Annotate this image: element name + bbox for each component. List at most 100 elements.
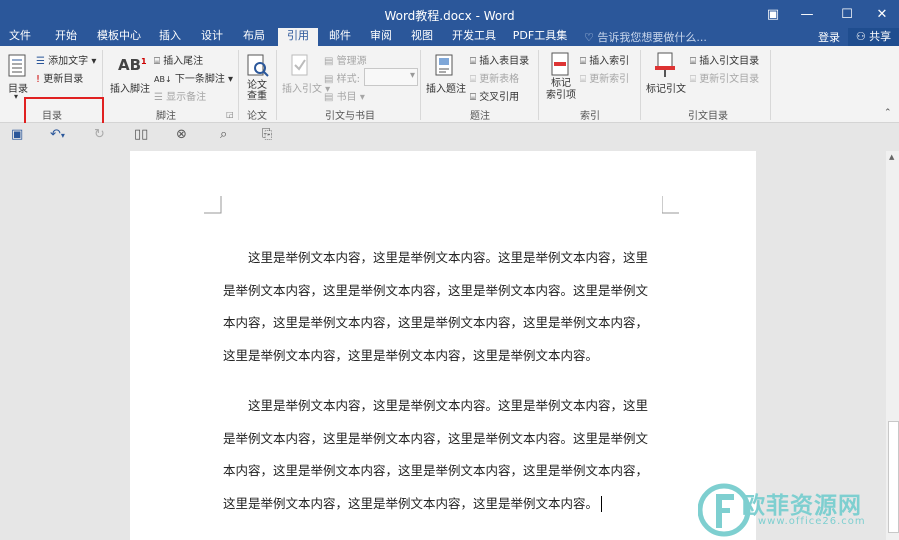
divider <box>276 50 277 120</box>
undo-icon[interactable]: ↶▾ <box>50 127 65 142</box>
cross-reference-button[interactable]: ⌸ 交叉引用 <box>470 88 519 103</box>
title-bar: Word教程.docx - Word ▣ — ☐ ✕ <box>0 0 899 28</box>
group-label-citations: 引文与书目 <box>325 111 375 122</box>
group-label-research: 论文 <box>247 111 267 122</box>
insert-index-button[interactable]: ⌸ 插入索引 <box>580 52 629 67</box>
update-index-button[interactable]: ⌸ 更新索引 <box>580 70 629 85</box>
insert-citation-icon[interactable] <box>290 54 312 78</box>
tab-home[interactable]: 开始 <box>48 28 84 46</box>
minimize-icon[interactable]: — <box>790 0 824 28</box>
divider <box>238 50 239 120</box>
citation-style-select[interactable]: ▾ <box>364 68 418 86</box>
watermark-url: www.office26.com <box>758 516 866 527</box>
cross-reference-icon: ⌸ <box>470 92 476 103</box>
mark-entry-button[interactable]: 标记 索引项 <box>546 78 576 102</box>
insert-toa-button[interactable]: ⌸ 插入引文目录 <box>690 52 759 67</box>
dialog-launcher-icon[interactable]: ◲ <box>226 110 234 119</box>
text-line: 是举例文本内容，这里是举例文本内容，这里是举例文本内容。这里是举例文 <box>223 430 649 446</box>
watermark-brand: 欧菲资源网 <box>742 493 862 519</box>
footnote-icon[interactable]: AB1 <box>118 56 147 74</box>
endnote-icon: ⌸ <box>154 56 160 67</box>
tab-mailings[interactable]: 邮件 <box>322 28 358 46</box>
margin-corner-top-right <box>662 196 679 214</box>
redo-icon[interactable]: ↻ <box>94 127 105 142</box>
bibliography-icon: ▤ <box>324 92 334 103</box>
tab-file[interactable]: 文件 <box>2 28 38 46</box>
update-table-button[interactable]: ⌸ 更新表格 <box>470 70 519 85</box>
save-icon[interactable]: ▣ <box>11 127 23 142</box>
text-line: 本内容，这里是举例文本内容，这里是举例文本内容，这里是举例文本内容， <box>223 315 649 330</box>
tab-pdf-tools[interactable]: PDF工具集 <box>510 28 570 46</box>
mark-citation-icon[interactable] <box>654 52 678 78</box>
ribbon-display-options-icon[interactable]: ▣ <box>756 0 790 28</box>
insert-citation-button[interactable]: 插入引文 ▾ <box>282 80 330 95</box>
tab-design[interactable]: 设计 <box>194 28 230 46</box>
table-of-contents-icon[interactable] <box>8 54 28 78</box>
highlight-box <box>24 97 104 125</box>
collapse-ribbon-icon[interactable]: ⌃ <box>884 108 892 118</box>
tab-references[interactable]: 引用 <box>278 28 318 46</box>
divider <box>420 50 421 120</box>
text-line: 是举例文本内容，这里是举例文本内容，这里是举例文本内容。这里是举例文 <box>223 282 649 298</box>
insert-caption-button[interactable]: 插入题注 <box>426 80 466 95</box>
share-button[interactable]: ⚇ 共享 <box>848 28 899 46</box>
chevron-down-icon[interactable]: ▾ <box>14 92 18 101</box>
paste-icon[interactable]: ⎘ <box>262 127 272 142</box>
insert-endnote-button[interactable]: ⌸ 插入尾注 <box>154 52 203 67</box>
login-link[interactable]: 登录 <box>818 29 840 45</box>
insert-table-of-figures-button[interactable]: ⌸ 插入表目录 <box>470 52 529 67</box>
text-line: 这里是举例文本内容，这里是举例文本内容。这里是举例文本内容，这里 <box>248 398 649 413</box>
mark-entry-icon[interactable] <box>550 52 572 78</box>
maximize-icon[interactable]: ☐ <box>830 0 864 28</box>
paragraph-2[interactable]: 这里是举例文本内容，这里是举例文本内容。这里是举例文本内容，这里 是举例文本内容… <box>223 390 655 520</box>
update-toa-icon: ⌸ <box>690 74 696 85</box>
update-toa-button[interactable]: ⌸ 更新引文目录 <box>690 70 759 85</box>
manage-sources-button[interactable]: ▤ 管理源 <box>324 52 367 67</box>
divider <box>640 50 641 120</box>
group-label-index: 索引 <box>580 111 600 122</box>
text-line: 本内容，这里是举例文本内容，这里是举例文本内容，这里是举例文本内容， <box>223 463 649 478</box>
paper-check-button[interactable]: 论文 查重 <box>247 80 267 102</box>
add-text-button[interactable]: ☰ 添加文字 ▾ <box>36 52 96 67</box>
group-label-captions: 题注 <box>470 111 490 122</box>
insert-caption-icon[interactable] <box>434 54 456 78</box>
next-footnote-button[interactable]: AB↓ 下一条脚注 ▾ <box>154 70 233 85</box>
tell-me-search[interactable]: ♡ 告诉我您想要做什么... <box>584 29 707 45</box>
divider <box>770 50 771 120</box>
read-mode-icon[interactable]: ▯▯ <box>134 127 148 142</box>
margin-corner-top-left <box>204 196 222 214</box>
tab-developer[interactable]: 开发工具 <box>448 28 500 46</box>
link-icon[interactable]: ⊗ <box>176 127 187 142</box>
quick-access-toolbar: ▣ ↶▾ ↻ ▯▯ ⊗ ⌕ ⎘ <box>0 123 899 149</box>
ribbon-tabs: 文件 开始 模板中心 插入 设计 布局 引用 邮件 审阅 视图 开发工具 PDF… <box>0 28 899 46</box>
tab-view[interactable]: 视图 <box>404 28 440 46</box>
style-icon: ▤ <box>324 74 334 85</box>
tab-insert[interactable]: 插入 <box>152 28 188 46</box>
add-text-icon: ☰ <box>36 56 45 67</box>
person-icon: ⚇ <box>855 30 870 43</box>
show-notes-icon: ☰ <box>154 92 163 103</box>
bibliography-button[interactable]: ▤ 书目 ▾ <box>324 88 365 103</box>
lightbulb-icon: ♡ <box>584 31 598 44</box>
update-table-icon: ⌸ <box>470 74 476 85</box>
paragraph-1[interactable]: 这里是举例文本内容，这里是举例文本内容。这里是举例文本内容，这里 是举例文本内容… <box>223 242 655 372</box>
mark-citation-button[interactable]: 标记引文 <box>646 80 686 95</box>
document-page[interactable]: 这里是举例文本内容，这里是举例文本内容。这里是举例文本内容，这里 是举例文本内容… <box>130 151 756 540</box>
group-label-footnotes: 脚注 <box>156 111 176 122</box>
zoom-icon[interactable]: ⌕ <box>220 127 227 142</box>
tab-template-center[interactable]: 模板中心 <box>92 28 146 46</box>
insert-index-icon: ⌸ <box>580 56 586 67</box>
watermark-logo: 欧菲资源网 www.office26.com <box>698 480 898 540</box>
citation-style-label: ▤ 样式: <box>324 74 361 85</box>
show-notes-button[interactable]: ☰ 显示备注 <box>154 88 206 103</box>
tab-review[interactable]: 审阅 <box>363 28 399 46</box>
tab-layout[interactable]: 布局 <box>236 28 272 46</box>
text-line: 这里是举例文本内容，这里是举例文本内容，这里是举例文本内容。 <box>223 488 655 521</box>
insert-footnote-button[interactable]: 插入脚注 <box>110 80 150 95</box>
close-icon[interactable]: ✕ <box>865 0 899 28</box>
scroll-up-icon[interactable]: ▲ <box>889 153 894 161</box>
table-of-figures-icon: ⌸ <box>470 56 476 67</box>
text-line: 这里是举例文本内容，这里是举例文本内容。这里是举例文本内容，这里 <box>248 250 649 265</box>
paper-check-icon[interactable] <box>246 54 270 78</box>
update-toc-button[interactable]: ! 更新目录 <box>36 70 83 85</box>
